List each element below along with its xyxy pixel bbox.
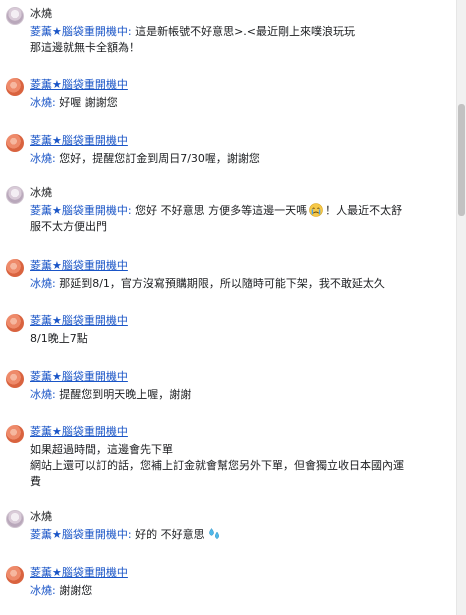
message-text: 那延到8/1，官方沒寫預購期限，所以隨時可能下架，我不敢延太久 [55, 277, 385, 290]
sender-name[interactable]: 菱薰★腦袋重開機中 [30, 134, 128, 148]
sender-name[interactable]: 菱薰★腦袋重開機中 [30, 314, 128, 328]
reply-to-name[interactable]: 菱薰★腦袋重開機中: [30, 204, 132, 217]
message-line: 冰燒: 提醒您到明天晚上喔，謝謝 [30, 387, 191, 403]
message-line: 8/1晚上7點 [30, 331, 88, 347]
message-line: 網站上還可以訂的話，您補上訂金就會幫您另外下單，但會獨立收日本國內運 [30, 458, 404, 474]
message-text: 網站上還可以訂的話，您補上訂金就會幫您另外下單，但會獨立收日本國內運 [30, 459, 404, 472]
message-text: 那這邊就無卡全額為！ [30, 41, 140, 54]
message-text: 服不太方便出門 [30, 220, 107, 233]
message-line: 冰燒: 好喔 謝謝您 [30, 95, 118, 111]
reply-to-name[interactable]: 冰燒: [30, 277, 56, 290]
sender-name[interactable]: 菱薰★腦袋重開機中 [30, 259, 128, 273]
response-item: 菱薰★腦袋重開機中如果超過時間，這邊會先下單網站上還可以訂的話，您補上訂金就會幫… [0, 425, 456, 491]
response-item: 冰燒菱薰★腦袋重開機中: 好的 不好意思 [0, 510, 456, 544]
response-item: 菱薰★腦袋重開機中 冰燒: 那延到8/1，官方沒寫預購期限，所以隨時可能下架，我不… [0, 259, 456, 293]
response-item: 菱薰★腦袋重開機中 冰燒: 您好，提醒您訂金到周日7/30喔，謝謝您 [0, 134, 456, 168]
avatar[interactable] [6, 78, 24, 96]
message-text: 8/1晚上7點 [30, 332, 88, 345]
avatar[interactable] [6, 186, 24, 204]
sender-name[interactable]: 菱薰★腦袋重開機中 [30, 566, 128, 580]
plurk-response-thread: 冰燒 菱薰★腦袋重開機中: 這是新帳號不好意思>.<最近剛上來噗浪玩玩 那這邊就無卡… [0, 0, 456, 615]
sender-name[interactable]: 菱薰★腦袋重開機中 [30, 370, 128, 384]
avatar[interactable] [6, 566, 24, 584]
vertical-scrollbar[interactable] [456, 0, 466, 615]
reply-to-name[interactable]: 冰燒: [30, 96, 56, 109]
message-line: 那這邊就無卡全額為！ [30, 40, 140, 56]
avatar[interactable] [6, 510, 24, 528]
message-line: 菱薰★腦袋重開機中: 您好 不好意思 方便多等這邊一天嗎 ！人最近不太舒 [30, 203, 402, 219]
message-text: 您好 不好意思 方便多等這邊一天嗎 [131, 204, 308, 217]
message-line: 冰燒: 謝謝您 [30, 583, 92, 599]
message-text: 如果超過時間，這邊會先下單 [30, 443, 173, 456]
sender-name: 冰燒 [30, 186, 52, 199]
message-text: 您好，提醒您訂金到周日7/30喔，謝謝您 [55, 152, 260, 165]
message-line: 菱薰★腦袋重開機中: 這是新帳號不好意思>.<最近剛上來噗浪玩玩 [30, 24, 355, 40]
crying-face-icon [309, 203, 323, 217]
avatar[interactable] [6, 314, 24, 332]
reply-to-name[interactable]: 冰燒: [30, 584, 56, 597]
response-item: 菱薰★腦袋重開機中 8/1晚上7點 [0, 314, 456, 348]
scrollbar-thumb[interactable] [458, 104, 465, 216]
message-text: 好的 不好意思 [131, 528, 205, 541]
avatar[interactable] [6, 7, 24, 25]
message-text: 這是新帳號不好意思>.<最近剛上來噗浪玩玩 [131, 25, 356, 38]
message-text: 好喔 謝謝您 [55, 96, 118, 109]
avatar[interactable] [6, 370, 24, 388]
sender-name[interactable]: 菱薰★腦袋重開機中 [30, 425, 128, 439]
message-line: 如果超過時間，這邊會先下單 [30, 442, 173, 458]
reply-to-name[interactable]: 菱薰★腦袋重開機中: [30, 25, 132, 38]
avatar[interactable] [6, 425, 24, 443]
avatar[interactable] [6, 259, 24, 277]
response-item: 菱薰★腦袋重開機中 冰燒: 提醒您到明天晚上喔，謝謝 [0, 370, 456, 404]
message-text: 提醒您到明天晚上喔，謝謝 [55, 388, 192, 401]
reply-to-name[interactable]: 冰燒: [30, 152, 56, 165]
message-text: 費 [30, 475, 41, 488]
message-text: 謝謝您 [55, 584, 93, 597]
message-line: 冰燒: 您好，提醒您訂金到周日7/30喔，謝謝您 [30, 151, 260, 167]
response-item: 冰燒 菱薰★腦袋重開機中: 這是新帳號不好意思>.<最近剛上來噗浪玩玩 那這邊就無卡… [0, 7, 456, 57]
sender-name: 冰燒 [30, 7, 52, 20]
message-text-continued: ！人最近不太舒 [325, 204, 403, 217]
sweat-drops-icon [208, 528, 219, 540]
response-item: 冰燒菱薰★腦袋重開機中: 您好 不好意思 方便多等這邊一天嗎 ！人最近不太舒服不太… [0, 186, 456, 236]
message-line: 費 [30, 474, 41, 490]
response-item: 菱薰★腦袋重開機中 冰燒: 謝謝您 [0, 566, 456, 600]
reply-to-name[interactable]: 菱薰★腦袋重開機中: [30, 528, 132, 541]
sender-name[interactable]: 菱薰★腦袋重開機中 [30, 78, 128, 92]
reply-to-name[interactable]: 冰燒: [30, 388, 56, 401]
sender-name: 冰燒 [30, 510, 52, 523]
message-line: 服不太方便出門 [30, 219, 107, 235]
message-line: 冰燒: 那延到8/1，官方沒寫預購期限，所以隨時可能下架，我不敢延太久 [30, 276, 385, 292]
message-line: 菱薰★腦袋重開機中: 好的 不好意思 [30, 527, 223, 543]
response-item: 菱薰★腦袋重開機中 冰燒: 好喔 謝謝您 [0, 78, 456, 112]
avatar[interactable] [6, 134, 24, 152]
